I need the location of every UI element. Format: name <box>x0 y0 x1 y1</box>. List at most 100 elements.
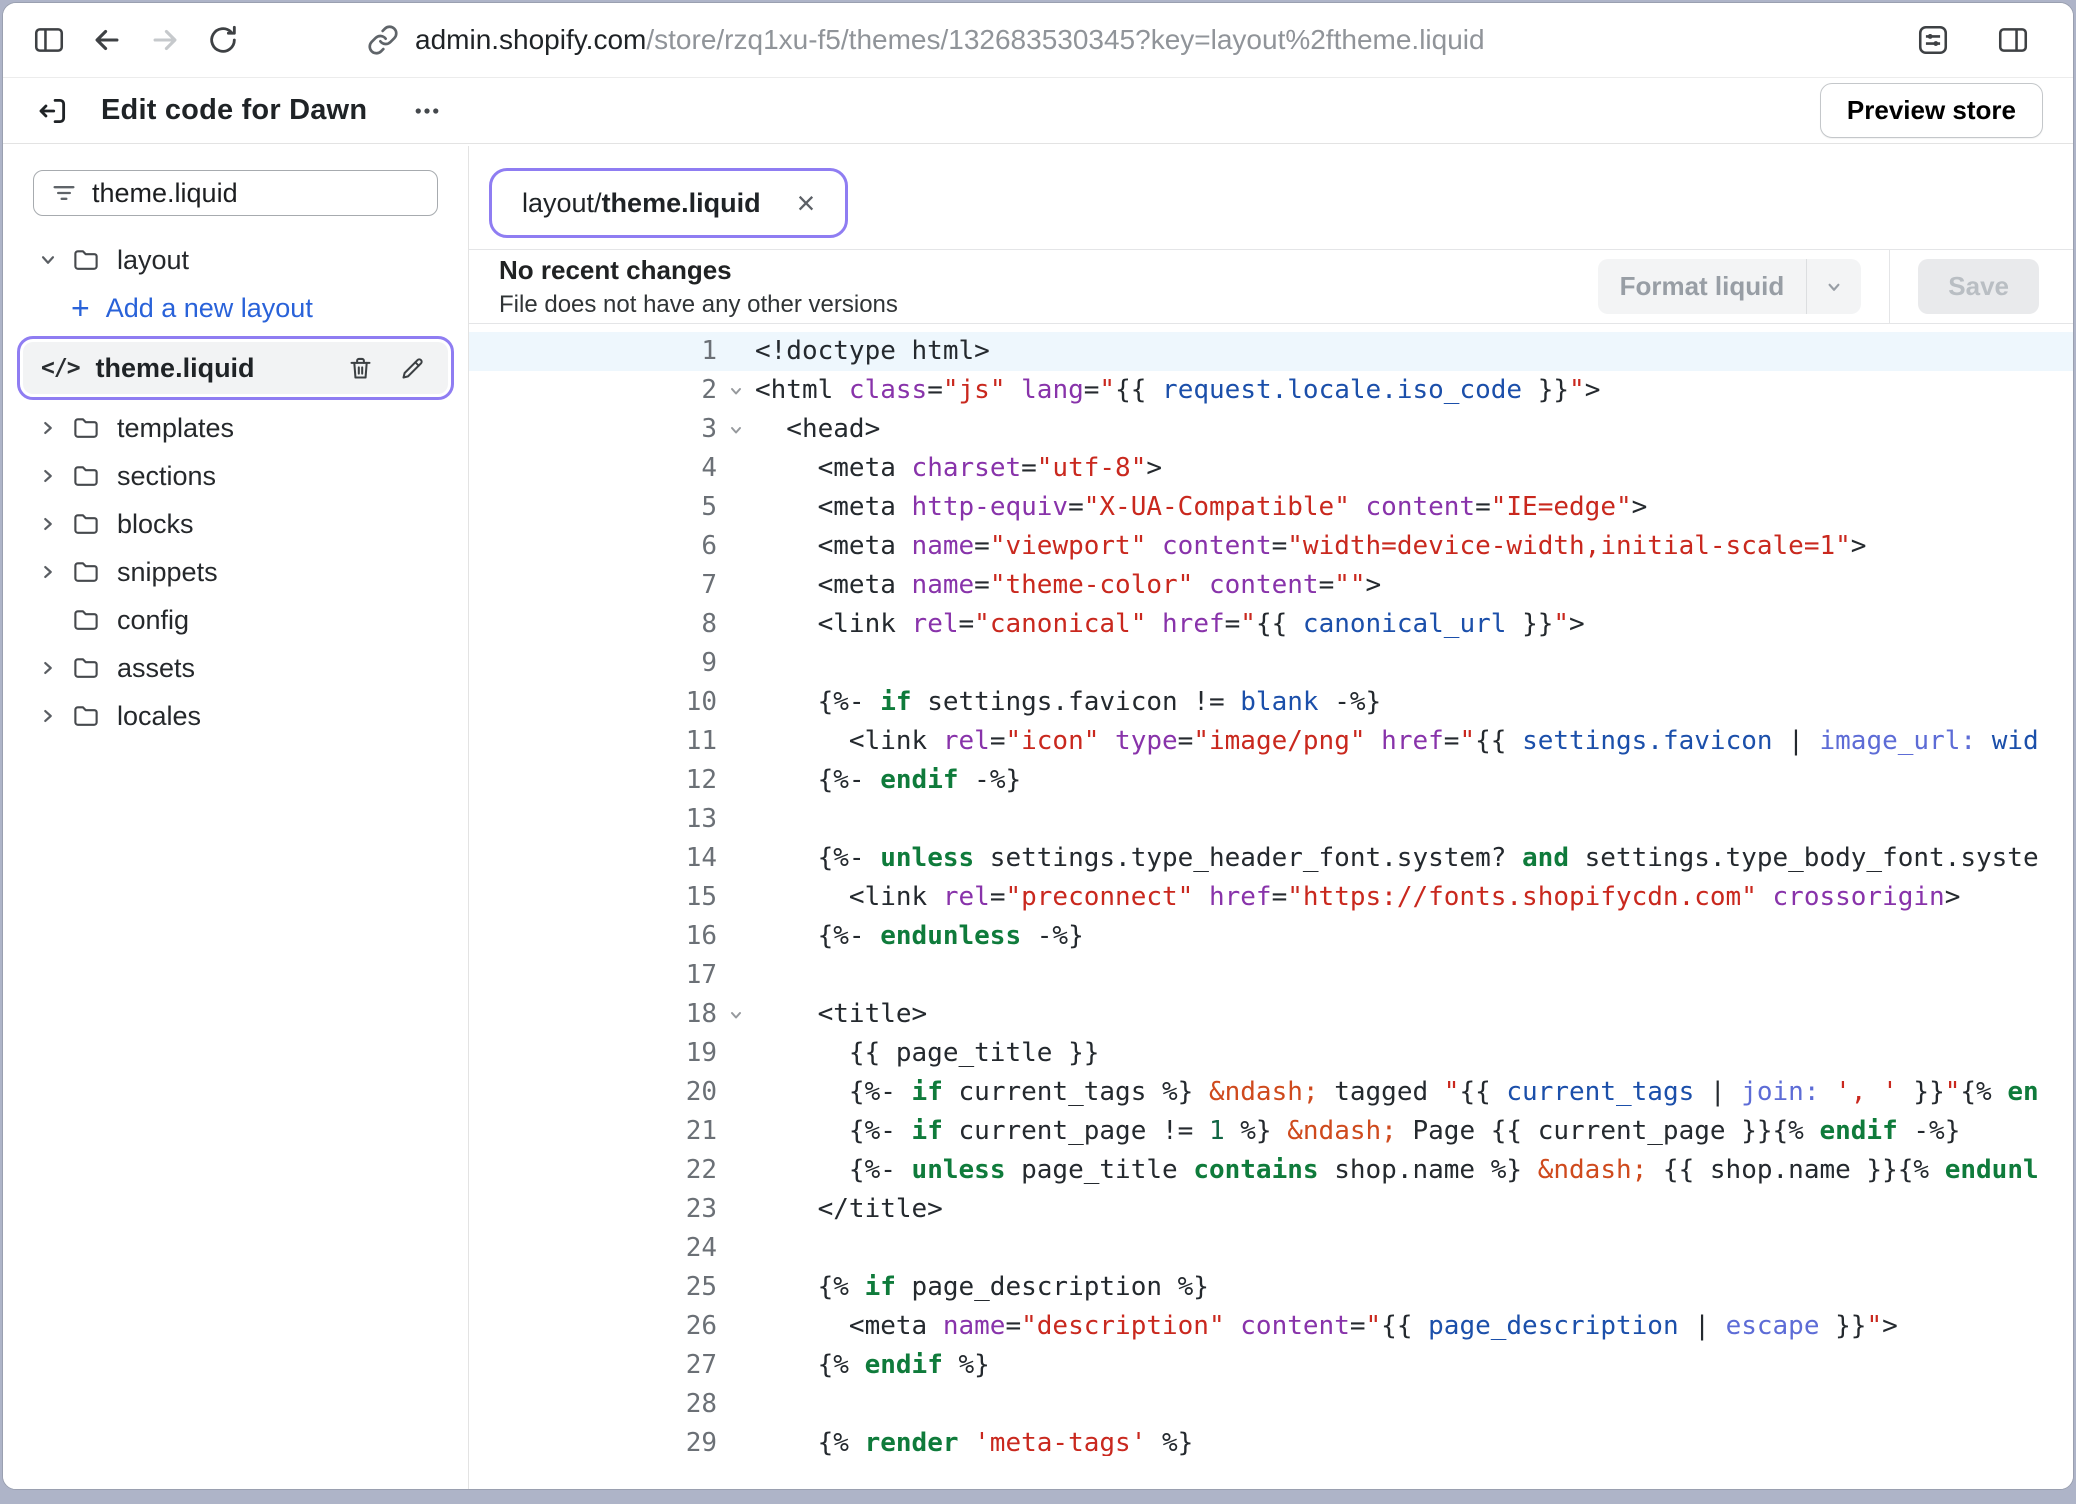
line-number[interactable]: 28 <box>469 1385 717 1424</box>
code-line[interactable]: 2<html class="js" lang="{{ request.local… <box>469 371 2073 410</box>
code-line[interactable]: 12 {%- endif -%} <box>469 761 2073 800</box>
folder-icon <box>71 413 117 443</box>
code-line[interactable]: 18 <title> <box>469 995 2073 1034</box>
forward-icon[interactable] <box>143 18 187 62</box>
sidebar-toggle-icon[interactable] <box>27 18 71 62</box>
code-line[interactable]: 25 {% if page_description %} <box>469 1268 2073 1307</box>
code-text: <meta name="theme-color" content=""> <box>755 566 2073 605</box>
line-number[interactable]: 10 <box>469 683 717 722</box>
tab-label: layout/theme.liquid <box>522 188 761 219</box>
line-number[interactable]: 9 <box>469 644 717 683</box>
folder-icon <box>71 245 117 275</box>
code-line[interactable]: 27 {% endif %} <box>469 1346 2073 1385</box>
sidebar-item-templates[interactable]: templates <box>3 404 468 452</box>
tab-close-icon[interactable]: × <box>797 187 816 219</box>
line-number[interactable]: 12 <box>469 761 717 800</box>
file-search-input[interactable] <box>92 178 421 209</box>
code-line[interactable]: 26 <meta name="description" content="{{ … <box>469 1307 2073 1346</box>
code-line[interactable]: 3 <head> <box>469 410 2073 449</box>
line-number[interactable]: 22 <box>469 1151 717 1190</box>
sidebar-item-config[interactable]: config <box>3 596 468 644</box>
code-line[interactable]: 21 {%- if current_page != 1 %} &ndash; P… <box>469 1112 2073 1151</box>
line-number[interactable]: 11 <box>469 722 717 761</box>
line-number[interactable]: 3 <box>469 410 717 449</box>
tab-theme-liquid[interactable]: layout/theme.liquid × <box>498 177 839 229</box>
line-number[interactable]: 8 <box>469 605 717 644</box>
line-number[interactable]: 1 <box>469 332 717 371</box>
code-line[interactable]: 15 <link rel="preconnect" href="https://… <box>469 878 2073 917</box>
code-line[interactable]: 4 <meta charset="utf-8"> <box>469 449 2073 488</box>
sidebar-item-layout[interactable]: layout <box>3 236 468 284</box>
line-number[interactable]: 15 <box>469 878 717 917</box>
line-number[interactable]: 26 <box>469 1307 717 1346</box>
fold-toggle-icon[interactable] <box>717 371 755 410</box>
sidebar-item-label: assets <box>117 653 195 684</box>
file-search-box[interactable] <box>33 170 438 216</box>
code-line[interactable]: 5 <meta http-equiv="X-UA-Compatible" con… <box>469 488 2073 527</box>
line-number[interactable]: 13 <box>469 800 717 839</box>
split-view-icon[interactable] <box>1991 18 2035 62</box>
code-line[interactable]: 7 <meta name="theme-color" content=""> <box>469 566 2073 605</box>
code-line[interactable]: 22 {%- unless page_title contains shop.n… <box>469 1151 2073 1190</box>
exit-icon[interactable] <box>33 91 73 131</box>
code-line[interactable]: 8 <link rel="canonical" href="{{ canonic… <box>469 605 2073 644</box>
line-number[interactable]: 16 <box>469 917 717 956</box>
fold-toggle-icon[interactable] <box>717 995 755 1034</box>
line-number[interactable]: 21 <box>469 1112 717 1151</box>
line-number[interactable]: 14 <box>469 839 717 878</box>
code-line[interactable]: 16 {%- endunless -%} <box>469 917 2073 956</box>
line-number[interactable]: 6 <box>469 527 717 566</box>
code-line[interactable]: 9 <box>469 644 2073 683</box>
folder-icon <box>71 557 117 587</box>
code-line[interactable]: 13 <box>469 800 2073 839</box>
code-line[interactable]: 24 <box>469 1229 2073 1268</box>
sidebar-item-label: blocks <box>117 509 194 540</box>
line-number[interactable]: 25 <box>469 1268 717 1307</box>
save-button[interactable]: Save <box>1918 259 2039 314</box>
code-line[interactable]: 17 <box>469 956 2073 995</box>
code-line[interactable]: 1<!doctype html> <box>469 332 2073 371</box>
format-liquid-button[interactable]: Format liquid <box>1598 259 1862 314</box>
line-number[interactable]: 4 <box>469 449 717 488</box>
line-number[interactable]: 23 <box>469 1190 717 1229</box>
format-dropdown-icon[interactable] <box>1806 259 1861 314</box>
chevron-right-icon <box>37 561 71 583</box>
code-line[interactable]: 10 {%- if settings.favicon != blank -%} <box>469 683 2073 722</box>
line-number[interactable]: 17 <box>469 956 717 995</box>
more-actions-icon[interactable] <box>407 96 447 126</box>
code-line[interactable]: 11 <link rel="icon" type="image/png" hre… <box>469 722 2073 761</box>
line-number[interactable]: 24 <box>469 1229 717 1268</box>
code-line[interactable]: 29 {% render 'meta-tags' %} <box>469 1424 2073 1456</box>
back-icon[interactable] <box>85 18 129 62</box>
sidebar-item-assets[interactable]: assets <box>3 644 468 692</box>
sidebar-action-add-a-new-layout[interactable]: +Add a new layout <box>3 284 468 332</box>
line-number[interactable]: 20 <box>469 1073 717 1112</box>
line-number[interactable]: 27 <box>469 1346 717 1385</box>
line-number[interactable]: 18 <box>469 995 717 1034</box>
code-line[interactable]: 28 <box>469 1385 2073 1424</box>
code-text: {%- endunless -%} <box>755 917 2073 956</box>
line-number[interactable]: 7 <box>469 566 717 605</box>
sidebar-item-sections[interactable]: sections <box>3 452 468 500</box>
code-line[interactable]: 20 {%- if current_tags %} &ndash; tagged… <box>469 1073 2073 1112</box>
fold-toggle-icon[interactable] <box>717 410 755 449</box>
code-line[interactable]: 6 <meta name="viewport" content="width=d… <box>469 527 2073 566</box>
reload-icon[interactable] <box>201 18 245 62</box>
line-number[interactable]: 5 <box>469 488 717 527</box>
line-number[interactable]: 2 <box>469 371 717 410</box>
code-editor[interactable]: 1<!doctype html>2<html class="js" lang="… <box>469 324 2073 1456</box>
code-line[interactable]: 19 {{ page_title }} <box>469 1034 2073 1073</box>
code-line[interactable]: 23 </title> <box>469 1190 2073 1229</box>
sidebar-item-theme-liquid[interactable]: </>theme.liquid <box>23 342 448 394</box>
address-bar[interactable]: admin.shopify.com/store/rzq1xu-f5/themes… <box>367 24 1485 56</box>
sidebar-item-locales[interactable]: locales <box>3 692 468 740</box>
site-controls-icon[interactable] <box>1911 18 1955 62</box>
code-line[interactable]: 14 {%- unless settings.type_header_font.… <box>469 839 2073 878</box>
sidebar-item-snippets[interactable]: snippets <box>3 548 468 596</box>
edit-icon[interactable] <box>394 350 430 386</box>
line-number[interactable]: 19 <box>469 1034 717 1073</box>
delete-icon[interactable] <box>342 350 378 386</box>
line-number[interactable]: 29 <box>469 1424 717 1456</box>
preview-store-button[interactable]: Preview store <box>1820 83 2043 138</box>
sidebar-item-blocks[interactable]: blocks <box>3 500 468 548</box>
